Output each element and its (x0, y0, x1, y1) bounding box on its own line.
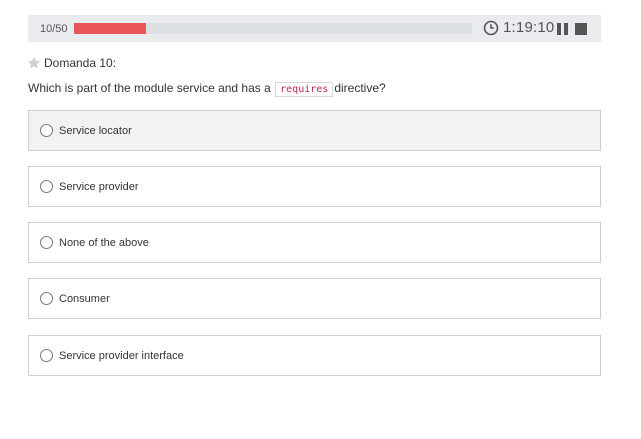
radio-button[interactable] (40, 349, 53, 362)
star-icon[interactable] (27, 56, 41, 70)
question-text: Which is part of the module service and … (28, 80, 386, 98)
radio-button[interactable] (40, 124, 53, 137)
question-number: Domanda 10: (44, 56, 117, 70)
pause-icon[interactable] (557, 23, 569, 35)
stop-icon[interactable] (575, 23, 587, 35)
radio-button[interactable] (40, 180, 53, 193)
answer-option-label: Consumer (59, 292, 110, 305)
radio-button[interactable] (40, 292, 53, 305)
answer-option-3[interactable]: None of the above (28, 222, 601, 263)
quiz-toolbar: 10/50 1:19:10 (28, 15, 601, 42)
question-text-before: Which is part of the module service and … (28, 81, 271, 95)
answer-option-1[interactable]: Service locator (28, 110, 601, 151)
timer: 1:19:10 (483, 19, 554, 36)
radio-button[interactable] (40, 236, 53, 249)
answer-option-label: Service provider interface (59, 349, 184, 362)
answer-option-5[interactable]: Service provider interface (28, 335, 601, 376)
progress-bar-fill (74, 23, 146, 34)
inline-code: requires (275, 82, 334, 97)
timer-text: 1:19:10 (503, 19, 555, 36)
question-header: Domanda 10: (27, 56, 116, 70)
answer-option-label: Service provider (59, 180, 139, 193)
answer-option-label: None of the above (59, 236, 149, 249)
progress-bar (74, 23, 472, 34)
answer-option-4[interactable]: Consumer (28, 278, 601, 319)
question-text-after: directive? (334, 81, 386, 95)
answer-option-label: Service locator (59, 124, 132, 137)
clock-icon (483, 20, 499, 35)
answer-option-2[interactable]: Service provider (28, 166, 601, 207)
progress-counter: 10/50 (40, 22, 68, 35)
